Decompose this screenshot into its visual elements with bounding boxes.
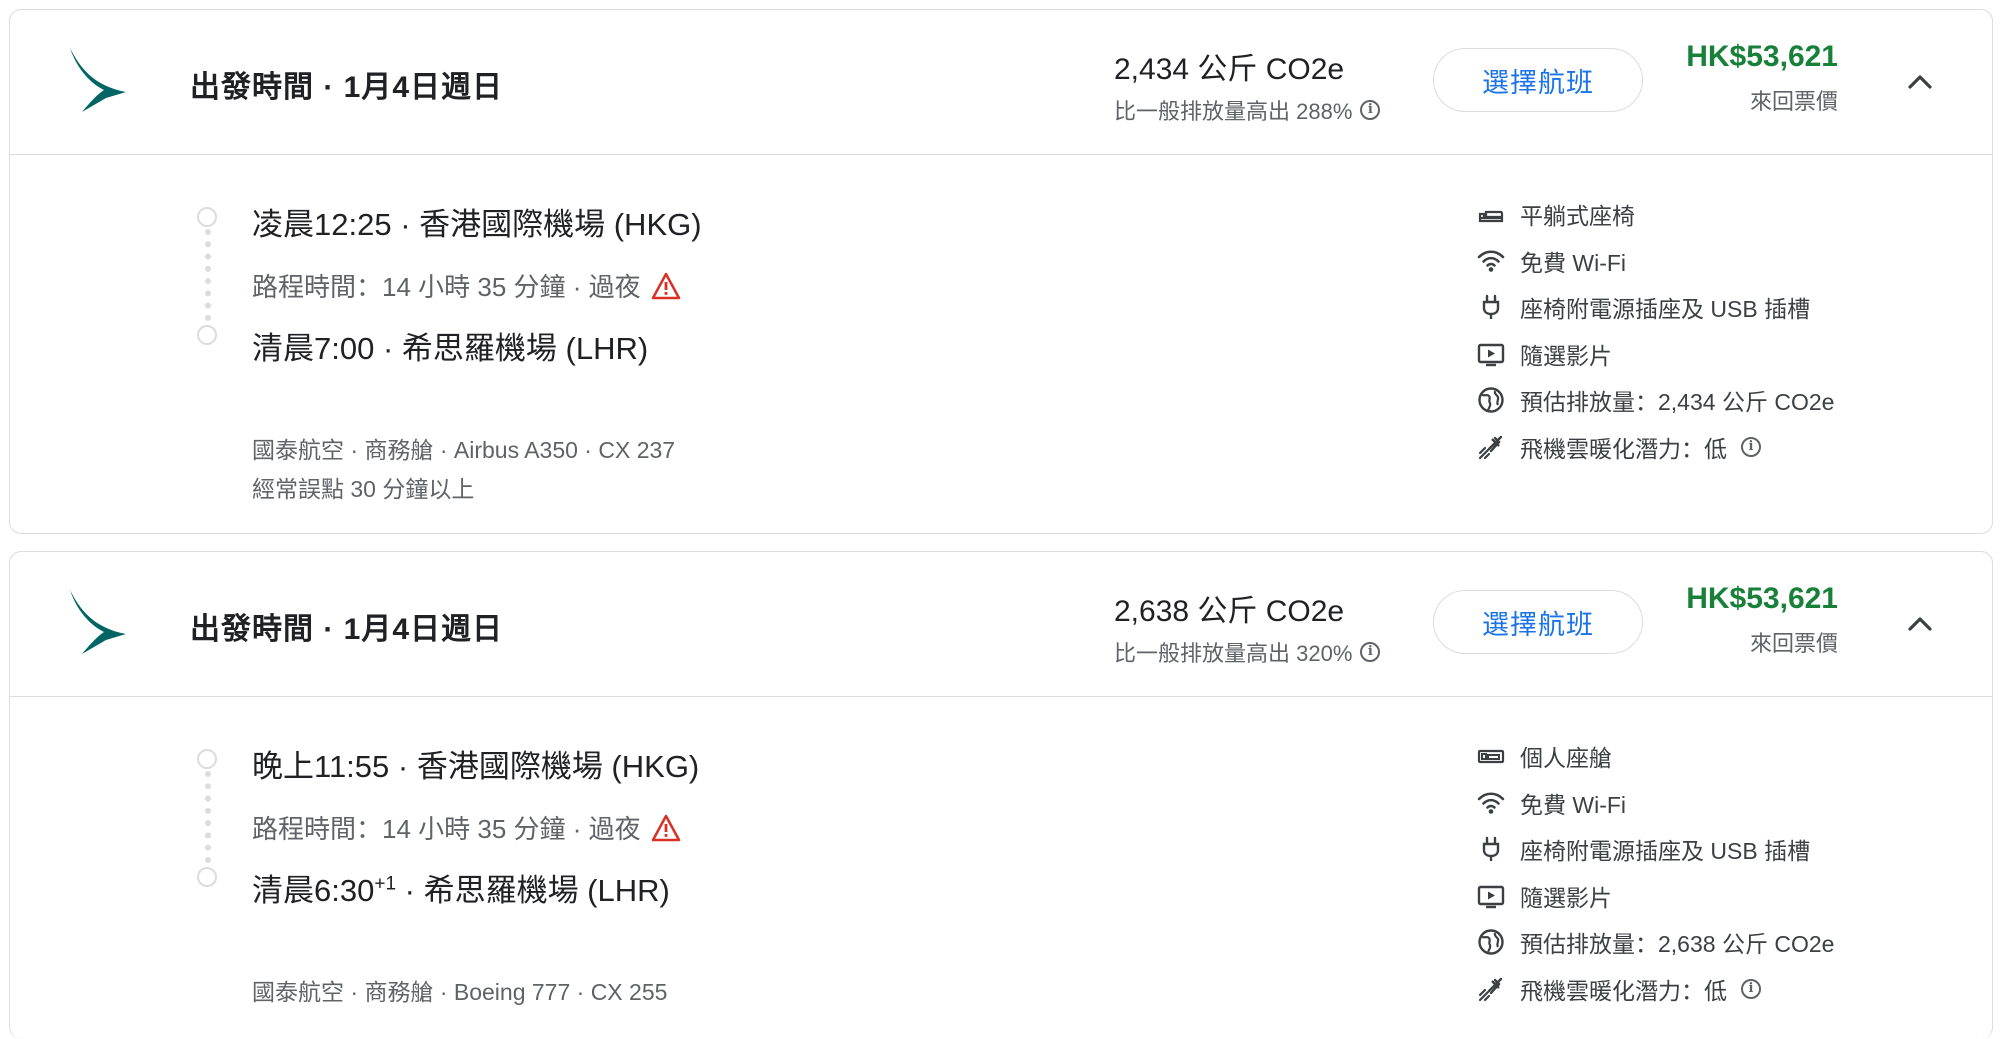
amenity-item: 個人座艙 — [1476, 733, 1834, 780]
amenity-item: 免費 Wi-Fi — [1476, 238, 1834, 285]
amenities-list: 平躺式座椅 免費 Wi-Fi 座椅附電源插座及 USB 插槽 隨選影片 預估排放… — [1476, 191, 1834, 470]
video-icon — [1476, 881, 1506, 911]
flight-card: 出發時間 · 1月4日週日 2,434 公斤 CO2e 比一般排放量高出 288… — [9, 9, 1993, 534]
emissions-compare: 比一般排放量高出 320% — [1114, 641, 1353, 666]
arrival-time: 清晨7:00 — [252, 331, 375, 366]
chevron-up-icon[interactable] — [1902, 64, 1938, 100]
warning-icon — [651, 272, 680, 299]
departure-label: 出發時間 · 1月4日週日 — [190, 71, 504, 104]
amenity-label: 隨選影片 — [1520, 342, 1612, 369]
amenity-label: 飛機雲暖化潛力：低 — [1520, 435, 1727, 462]
price-label: 來回票價 — [1749, 631, 1838, 656]
itinerary-timeline — [196, 207, 220, 345]
arrival-time-airport: 清晨6:30+1 · 希思羅機場 (LHR) — [252, 865, 670, 910]
arrival-dot — [197, 325, 217, 345]
airline-logo-icon — [70, 590, 126, 654]
arrival-time-airport: 清晨7:00 · 希思羅機場 (LHR) — [252, 323, 648, 368]
video-icon — [1476, 339, 1506, 369]
price-value: HK$53,621 — [1686, 582, 1838, 615]
timeline-line — [205, 229, 211, 321]
arrival-airport: · 希思羅機場 (LHR) — [396, 873, 670, 908]
wifi-icon — [1476, 788, 1506, 818]
flight-card-header[interactable]: 出發時間 · 1月4日週日 2,434 公斤 CO2e 比一般排放量高出 288… — [10, 10, 1992, 155]
itinerary-timeline — [196, 749, 220, 887]
arrival-time: 清晨6:30 — [252, 873, 375, 908]
amenity-item: 座椅附電源插座及 USB 插槽 — [1476, 826, 1834, 873]
emissions-value: 2,434 公斤 CO2e — [1114, 53, 1345, 86]
warning-icon — [651, 814, 680, 841]
amenity-label: 座椅附電源插座及 USB 插槽 — [1520, 296, 1811, 323]
arrival-day-offset: +1 — [374, 873, 397, 895]
airline-logo-icon — [70, 48, 126, 112]
emissions-compare: 比一般排放量高出 288% — [1114, 99, 1353, 124]
departure-time-airport: 晚上11:55 · 香港國際機場 (HKG) — [252, 749, 700, 784]
amenity-label: 免費 Wi-Fi — [1520, 791, 1627, 818]
timeline-line — [205, 771, 211, 863]
arrival-airport: · 希思羅機場 (LHR) — [374, 331, 649, 366]
price-label: 來回票價 — [1749, 89, 1838, 114]
globe-icon — [1476, 927, 1506, 957]
travel-duration-row: 路程時間：14 小時 35 分鐘 · 過夜 — [252, 809, 681, 846]
departure-dot — [197, 207, 217, 227]
amenity-label: 個人座艙 — [1520, 745, 1612, 772]
private-suite-icon — [1476, 741, 1506, 771]
flight-card: 出發時間 · 1月4日週日 2,638 公斤 CO2e 比一般排放量高出 320… — [9, 551, 1993, 1039]
globe-icon — [1476, 385, 1506, 415]
info-icon[interactable]: i — [1741, 436, 1761, 457]
amenity-label: 預估排放量：2,638 公斤 CO2e — [1520, 931, 1835, 958]
select-flight-button[interactable]: 選擇航班 — [1433, 48, 1643, 112]
info-icon[interactable]: i — [1360, 100, 1381, 120]
departure-dot — [197, 749, 217, 769]
travel-duration: 路程時間：14 小時 35 分鐘 · 過夜 — [252, 272, 641, 302]
amenity-label: 預估排放量：2,434 公斤 CO2e — [1520, 389, 1835, 416]
wifi-icon — [1476, 246, 1506, 276]
flight-meta: 國泰航空 · 商務艙 · Boeing 777 · CX 255 — [252, 979, 668, 1005]
departure-label: 出發時間 · 1月4日週日 — [190, 613, 504, 646]
amenity-label: 飛機雲暖化潛力：低 — [1520, 977, 1727, 1004]
info-icon[interactable]: i — [1741, 978, 1761, 999]
departure-time-airport: 凌晨12:25 · 香港國際機場 (HKG) — [252, 207, 702, 242]
contrail-icon — [1476, 432, 1506, 462]
amenity-label: 隨選影片 — [1520, 884, 1612, 911]
contrail-icon — [1476, 974, 1506, 1004]
amenity-item: 座椅附電源插座及 USB 插槽 — [1476, 284, 1834, 331]
amenity-item: 隨選影片 — [1476, 331, 1834, 378]
amenity-item: 飛機雲暖化潛力：低 i — [1476, 424, 1834, 471]
price-value: HK$53,621 — [1686, 40, 1838, 73]
travel-duration: 路程時間：14 小時 35 分鐘 · 過夜 — [252, 814, 641, 844]
amenities-list: 個人座艙 免費 Wi-Fi 座椅附電源插座及 USB 插槽 隨選影片 預估排放量… — [1476, 733, 1834, 1012]
amenity-item: 平躺式座椅 — [1476, 191, 1834, 238]
power-plug-icon — [1476, 292, 1506, 322]
amenity-label: 免費 Wi-Fi — [1520, 249, 1627, 276]
emissions-summary: 2,638 公斤 CO2e 比一般排放量高出 320% i — [1114, 586, 1381, 668]
flight-meta: 國泰航空 · 商務艙 · Airbus A350 · CX 237 — [252, 437, 676, 463]
delay-note: 經常誤點 30 分鐘以上 — [252, 476, 475, 502]
arrival-dot — [197, 867, 217, 887]
amenity-item: 預估排放量：2,434 公斤 CO2e — [1476, 377, 1834, 424]
amenity-item: 隨選影片 — [1476, 873, 1834, 920]
amenity-item: 免費 Wi-Fi — [1476, 780, 1834, 827]
amenity-item: 飛機雲暖化潛力：低 i — [1476, 966, 1834, 1013]
amenity-label: 座椅附電源插座及 USB 插槽 — [1520, 838, 1811, 865]
power-plug-icon — [1476, 834, 1506, 864]
chevron-up-icon[interactable] — [1902, 606, 1938, 642]
emissions-summary: 2,434 公斤 CO2e 比一般排放量高出 288% i — [1114, 44, 1381, 126]
amenity-item: 預估排放量：2,638 公斤 CO2e — [1476, 919, 1834, 966]
info-icon[interactable]: i — [1360, 642, 1381, 662]
select-flight-button[interactable]: 選擇航班 — [1433, 590, 1643, 654]
travel-duration-row: 路程時間：14 小時 35 分鐘 · 過夜 — [252, 267, 681, 304]
emissions-value: 2,638 公斤 CO2e — [1114, 595, 1345, 628]
price-block: HK$53,621 來回票價 — [1686, 582, 1838, 658]
flight-card-header[interactable]: 出發時間 · 1月4日週日 2,638 公斤 CO2e 比一般排放量高出 320… — [10, 552, 1992, 697]
lie-flat-seat-icon — [1476, 199, 1506, 229]
amenity-label: 平躺式座椅 — [1520, 203, 1635, 230]
price-block: HK$53,621 來回票價 — [1686, 40, 1838, 116]
